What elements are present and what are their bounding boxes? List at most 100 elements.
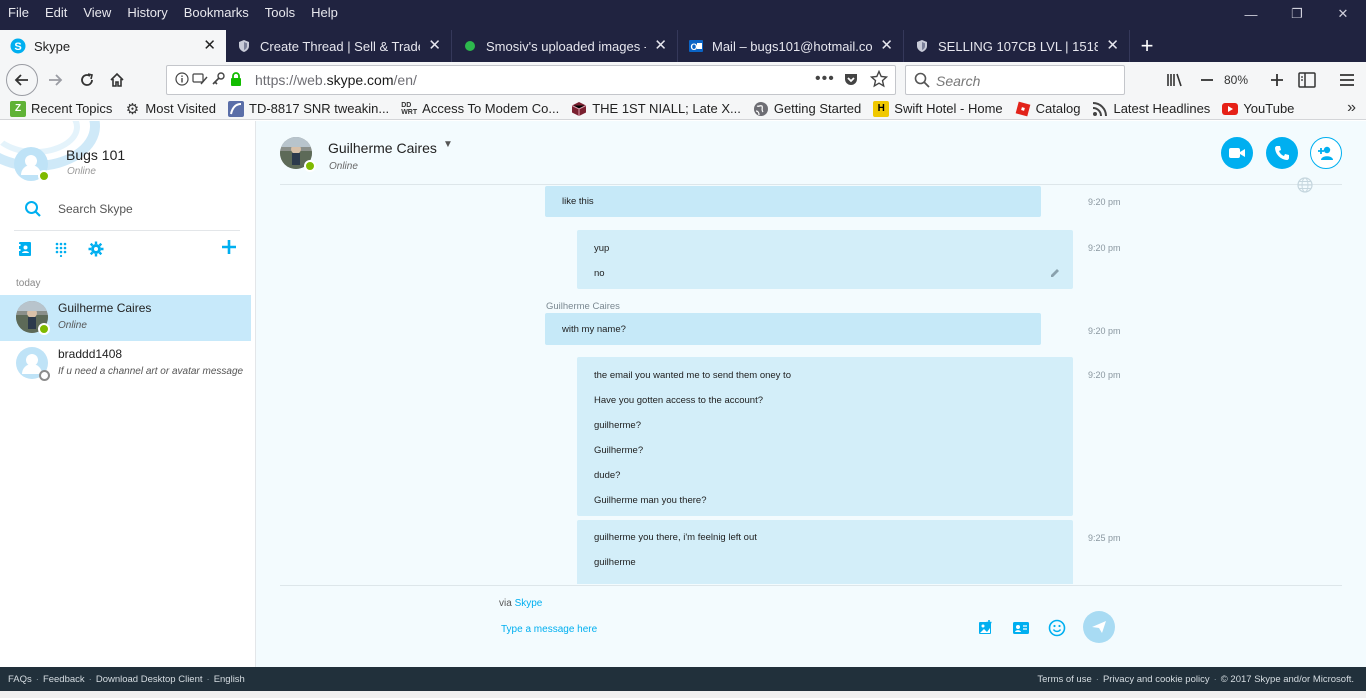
download-desktop-link[interactable]: Download Desktop Client [96,674,203,685]
permissions-icon[interactable] [192,72,208,89]
info-icon[interactable] [175,72,189,89]
menu-history[interactable]: History [127,5,167,20]
bookmark-getting-started[interactable]: Getting Started [753,101,861,117]
hamburger-menu-button[interactable] [1332,66,1362,94]
add-icon[interactable] [221,239,237,259]
url-text[interactable]: https://web.skype.com/en/ [255,72,417,88]
zoom-out-button[interactable] [1192,66,1222,94]
language-link[interactable]: English [214,674,245,685]
menu-bookmarks[interactable]: Bookmarks [184,5,249,20]
send-file-icon[interactable] [976,618,996,638]
settings-gear-icon[interactable] [88,241,104,261]
close-window-button[interactable]: ✕ [1320,0,1366,28]
message-bubble[interactable]: the email you wanted me to send them one… [577,357,1073,516]
url-prefix: https://web. [255,72,327,88]
send-message-button[interactable] [1083,611,1115,643]
message-input[interactable]: Type a message here [501,624,597,635]
contact-braddd1408[interactable]: braddd1408 If u need a channel art or av… [0,341,251,387]
bookmark-catalog[interactable]: Catalog [1015,101,1081,117]
roblox-icon [1015,101,1031,117]
via-skype-link[interactable]: Skype [515,598,543,609]
back-arrow-icon [14,74,28,86]
dialpad-icon[interactable] [54,241,68,261]
bookmark-recent-topics[interactable]: Z Recent Topics [10,100,112,117]
restore-button[interactable]: ❐ [1274,0,1320,28]
bookmark-latest-headlines[interactable]: Latest Headlines [1092,101,1210,117]
url-bar[interactable]: https://web.skype.com/en/ ••• [166,65,896,95]
contact-guilherme-caires[interactable]: Guilherme Caires Online [0,295,251,341]
reload-button[interactable] [72,66,102,94]
send-contact-icon[interactable] [1011,618,1031,638]
zoom-level[interactable]: 80% [1224,73,1248,87]
bookmark-td-8817[interactable]: TD-8817 SNR tweakin... [228,100,389,117]
bookmark-label: Most Visited [145,101,216,116]
key-icon[interactable] [211,72,225,89]
terms-link[interactable]: Terms of use [1037,674,1091,685]
shield-icon [914,38,930,54]
close-icon[interactable]: ✕ [428,38,441,54]
audio-call-button[interactable] [1266,137,1298,169]
close-icon[interactable]: ✕ [1106,38,1119,54]
message-bubble[interactable]: yup no [577,230,1073,289]
conversation-header: Guilherme Caires ▼ Online [280,121,1342,193]
tab-skype[interactable]: S Skype ✕ [0,30,226,62]
add-participant-button[interactable] [1310,137,1342,169]
page-actions-icon[interactable]: ••• [815,70,835,88]
bookmark-youtube[interactable]: YouTube [1222,101,1294,117]
message-text: guilherme? [594,420,641,431]
tab-create-thread[interactable]: Create Thread | Sell & Trade Ga ✕ [226,30,452,62]
bookmark-niall[interactable]: THE 1ST NIALL; Late X... [571,101,741,117]
emoticon-icon[interactable] [1047,618,1067,638]
message-bubble[interactable]: like this [545,186,1041,217]
chevron-down-icon[interactable]: ▼ [443,139,453,150]
video-call-button[interactable] [1221,137,1253,169]
faqs-link[interactable]: FAQs [8,674,32,685]
privacy-link[interactable]: Privacy and cookie policy [1103,674,1210,685]
bookmark-label: Catalog [1035,101,1081,116]
back-button[interactable] [6,64,38,96]
tab-mail[interactable]: O Mail – bugs101@hotmail.co.uk ✕ [678,30,904,62]
lock-icon[interactable] [229,71,243,90]
message-time: 9:20 pm [1088,326,1121,336]
tab-title: Create Thread | Sell & Trade Ga [260,38,420,54]
sidebar-toggle-button[interactable] [1292,66,1322,94]
bookmark-star-icon[interactable] [869,69,889,91]
search-icon [914,72,930,93]
close-icon[interactable]: ✕ [203,38,216,54]
profile-name[interactable]: Bugs 101 [66,147,125,163]
conversation-title[interactable]: Guilherme Caires [328,140,437,156]
zoom-in-button[interactable] [1262,66,1292,94]
search-skype-input[interactable]: Search Skype [14,197,240,231]
close-icon[interactable]: ✕ [880,38,893,54]
tab-uploaded-images[interactable]: Smosiv's uploaded images - Im ✕ [452,30,678,62]
menu-file[interactable]: File [8,5,29,20]
menu-tools[interactable]: Tools [265,5,295,20]
forward-button[interactable] [40,66,70,94]
search-bar[interactable]: Search [905,65,1125,95]
close-icon[interactable]: ✕ [654,38,667,54]
sidebar-icon [1298,72,1316,88]
chevron-right-icon[interactable]: » [1347,99,1356,117]
message-bubble[interactable]: with my name? [545,313,1041,345]
menu-edit[interactable]: Edit [45,5,67,20]
window-bottom-edge [0,691,1366,698]
recent-section-label: today [16,278,41,289]
bookmark-access-modem[interactable]: DD WRT Access To Modem Co... [401,101,559,117]
contact-status: Online [58,320,87,331]
library-button[interactable] [1160,66,1190,94]
bookmark-most-visited[interactable]: ⚙ Most Visited [124,101,216,118]
edit-pencil-icon[interactable] [1049,267,1061,279]
bookmark-swift-hotel[interactable]: H Swift Hotel - Home [873,100,1003,117]
contacts-icon[interactable] [18,241,32,261]
rss-icon [1092,101,1108,117]
minimize-button[interactable]: — [1228,0,1274,28]
menu-view[interactable]: View [83,5,111,20]
new-tab-button[interactable]: + [1130,30,1164,62]
pocket-icon[interactable] [843,71,859,90]
profile-status[interactable]: Online [67,166,96,177]
tab-selling[interactable]: SELLING 107CB LVL | 1518 TL | H ✕ [904,30,1130,62]
home-button[interactable] [102,66,132,94]
message-bubble[interactable]: guilherme you there, i'm feelnig left ou… [577,520,1073,584]
menu-help[interactable]: Help [311,5,338,20]
feedback-link[interactable]: Feedback [43,674,85,685]
